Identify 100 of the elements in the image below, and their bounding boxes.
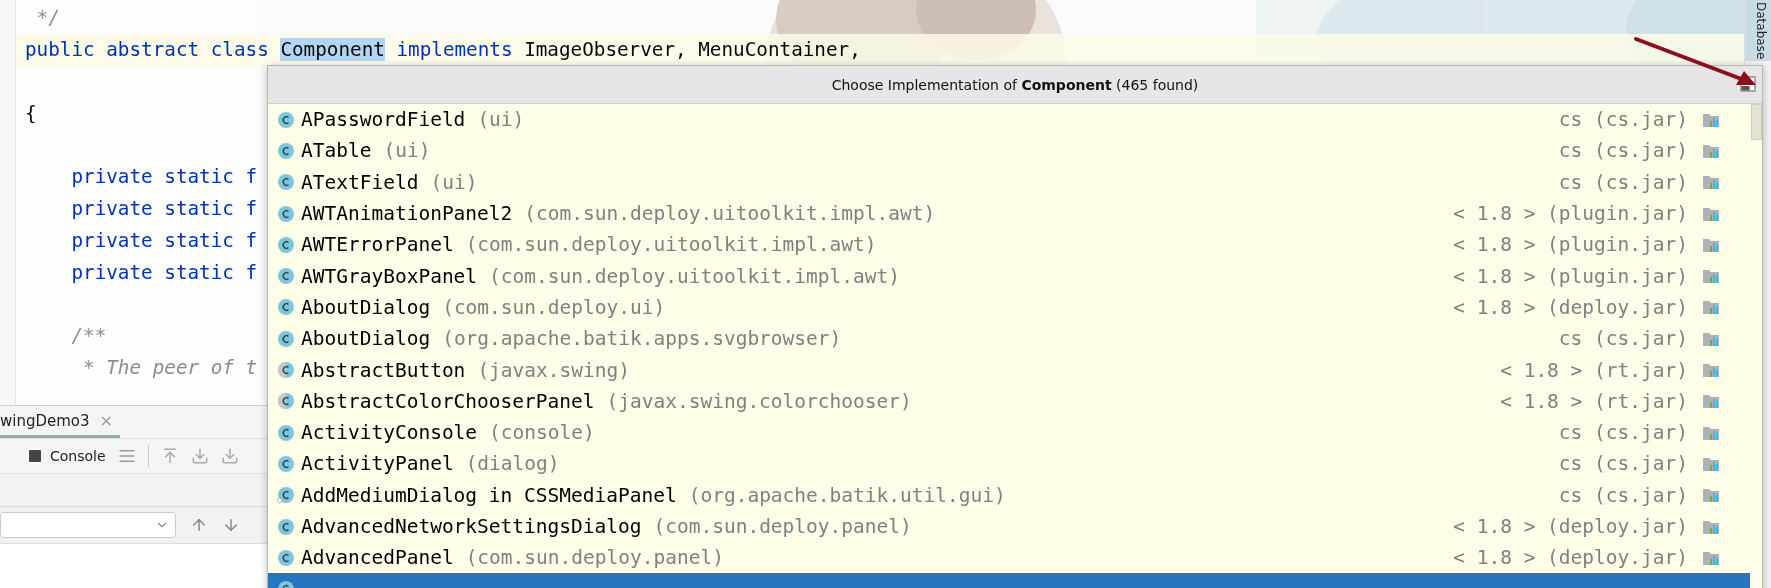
implementation-item[interactable]: ATable (ui) cs (cs.jar) xyxy=(268,135,1750,167)
class-icon xyxy=(277,298,295,317)
class-icon xyxy=(277,486,295,505)
download-icon[interactable] xyxy=(190,447,209,465)
implementation-item[interactable]: ActivityConsole (console) cs (cs.jar) xyxy=(268,416,1750,449)
folder-chart-icon xyxy=(1702,549,1720,566)
class-name: ATable xyxy=(301,139,372,163)
implementation-item[interactable]: AdvancedNetworkSettingsDialog (com.sun.deploy.panel) < 1.8 > (deploy.jar) xyxy=(268,510,1750,543)
package-name: (javax.swing.colorchooser) xyxy=(606,389,912,413)
package-name: (ui) xyxy=(430,170,478,194)
class-name: ActivityPanel xyxy=(301,452,454,476)
library-name: cs (cs.jar) xyxy=(1558,483,1688,507)
class-name: AboutDialog xyxy=(301,327,431,351)
package-name: (com.sun.deploy.ui) xyxy=(442,295,666,319)
implementation-item[interactable]: AdvancedPanel (com.sun.deploy.panel) < 1.8 > (deploy.jar) xyxy=(268,542,1750,574)
class-icon xyxy=(277,267,295,286)
code-token: */ xyxy=(35,6,60,30)
package-name: (console) xyxy=(489,421,595,445)
class-icon xyxy=(277,423,295,442)
console-tab[interactable]: Console xyxy=(26,447,106,465)
class-name: AbstractButton xyxy=(301,358,466,382)
class-name: AWTAnimationPanel2 xyxy=(301,202,513,226)
library-name: cs (cs.jar) xyxy=(1558,139,1688,163)
class-icon xyxy=(277,235,295,254)
class-icon xyxy=(277,329,295,348)
class-name: AdvancedPanel xyxy=(301,546,454,570)
side-tab[interactable]: Database xyxy=(1745,0,1771,62)
library-name: < 1.8 > (deploy.jar) xyxy=(1453,295,1688,319)
code-token: /** xyxy=(70,324,107,348)
folder-chart-icon xyxy=(1702,518,1720,535)
class-name: AWTGrayBoxPanel xyxy=(301,264,478,288)
code-token: private static f xyxy=(70,197,258,221)
popup-title: Choose Implementation of Component (465 found) xyxy=(831,76,1199,93)
implementation-item[interactable]: AddMediumDialog in CSSMediaPanel (org.apache.batik.util.gui) cs (cs.jar) xyxy=(268,479,1750,511)
implementation-item[interactable]: AbstractButton (javax.swing) < 1.8 > (rt.jar) xyxy=(268,354,1750,386)
class-name: AdvancedNetworkSettingsDialog xyxy=(301,515,642,538)
library-name: cs (cs.jar) xyxy=(1558,108,1688,132)
folder-chart-icon xyxy=(1702,393,1720,410)
implementation-item[interactable]: AWTErrorPanel (com.sun.deploy.uitoolkit.impl.awt) < 1.8 > (plugin.jar) xyxy=(268,229,1750,261)
folder-chart-icon xyxy=(1702,268,1720,285)
package-name: (ui) xyxy=(383,139,431,163)
implementation-item[interactable]: AWTAnimationPanel2 (com.sun.deploy.uitoolkit.impl.awt) < 1.8 > (plugin.jar) xyxy=(268,197,1750,230)
menu-icon[interactable] xyxy=(117,447,136,465)
tab-label: wingDemo3 xyxy=(0,411,90,430)
class-icon xyxy=(277,454,295,473)
code-token: { xyxy=(25,101,37,125)
library-name: < 1.8 > (plugin.jar) xyxy=(1453,264,1688,288)
folder-chart-icon xyxy=(1702,205,1720,222)
folder-chart-icon xyxy=(1702,330,1720,347)
folder-chart-icon xyxy=(1702,236,1720,253)
class-name: ActivityConsole xyxy=(301,421,478,445)
implementation-item[interactable]: AboutDialog (org.apache.batik.apps.svgbrowser) cs (cs.jar) xyxy=(268,323,1750,355)
package-name: (com.sun.deploy.panel) xyxy=(653,515,912,538)
class-name: AddMediumDialog in CSSMediaPanel xyxy=(301,483,677,507)
package-name: (dialog) xyxy=(465,452,560,476)
folder-chart-icon xyxy=(1702,111,1720,128)
code-token: private static f xyxy=(70,228,258,252)
package-name: (org.apache.batik.util.gui) xyxy=(688,483,1006,507)
folder-chart-icon xyxy=(1702,424,1720,441)
library-name: cs (cs.jar) xyxy=(1558,421,1688,445)
library-name: < 1.8 > (rt.jar) xyxy=(1500,389,1688,413)
package-name: (com.sun.deploy.uitoolkit.impl.awt) xyxy=(489,264,900,288)
search-field[interactable] xyxy=(0,512,176,538)
library-name: cs (cs.jar) xyxy=(1558,452,1688,476)
implementation-item[interactable]: ATextField (ui) cs (cs.jar) xyxy=(268,166,1750,198)
class-name: ATextField xyxy=(301,170,419,194)
package-name: (ui) xyxy=(477,108,525,132)
implementation-item[interactable]: AWTGrayBoxPanel (com.sun.deploy.uitoolkit.impl.awt) < 1.8 > (plugin.jar) xyxy=(268,260,1750,292)
class-icon xyxy=(277,517,295,536)
class-icon xyxy=(277,110,295,129)
package-name: (com.sun.deploy.panel) xyxy=(465,546,724,570)
implementation-item[interactable]: AboutDialog (com.sun.deploy.ui) < 1.8 > (deploy.jar) xyxy=(268,291,1750,324)
library-name: cs (cs.jar) xyxy=(1558,170,1688,194)
download-icon[interactable] xyxy=(220,447,239,465)
class-name: APasswordField xyxy=(301,108,466,132)
package-name: (com.sun.deploy.uitoolkit.impl.awt) xyxy=(524,202,936,226)
class-name: AbstractColorChooserPanel xyxy=(301,389,595,413)
folder-chart-icon xyxy=(1702,174,1720,191)
library-name: < 1.8 > (plugin.jar) xyxy=(1453,233,1688,257)
library-name: < 1.8 > (rt.jar) xyxy=(1500,358,1688,382)
scrollbar-thumb[interactable] xyxy=(1751,104,1762,140)
class-icon xyxy=(277,548,295,567)
package-name: (javax.swing) xyxy=(477,358,630,382)
implementation-item[interactable]: AbstractColorChooserPanel (javax.swing.colorchooser) < 1.8 > (rt.jar) xyxy=(268,385,1750,417)
folder-chart-icon xyxy=(1702,362,1720,378)
code-token: * The peer of t xyxy=(82,356,258,380)
code-token: implements xyxy=(396,38,513,62)
abstract-class-icon xyxy=(277,392,295,411)
package-name: (org.apache.batik.apps.svgbrowser) xyxy=(442,327,842,351)
implementation-item[interactable]: APasswordField (ui) cs (cs.jar) xyxy=(268,104,1750,136)
code-token: ImageObserver, MenuContainer, xyxy=(524,38,861,62)
class-icon xyxy=(277,204,295,223)
library-name: < 1.8 > (deploy.jar) xyxy=(1453,515,1688,538)
library-name: < 1.8 > (plugin.jar) xyxy=(1453,202,1688,226)
down-arrow-icon[interactable] xyxy=(222,516,240,534)
code-token: public abstract class xyxy=(25,38,269,62)
class-icon xyxy=(277,173,295,192)
implementation-item[interactable]: ActivityPanel (dialog) cs (cs.jar) xyxy=(268,448,1750,480)
abstract-class-icon xyxy=(277,361,295,379)
class-name: AboutDialog xyxy=(301,295,431,319)
